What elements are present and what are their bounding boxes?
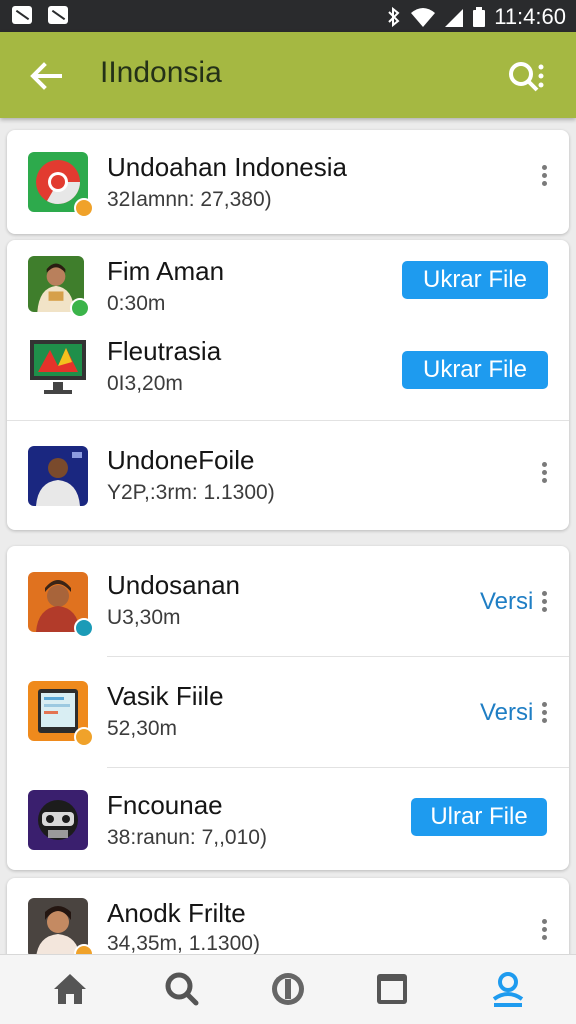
list-item[interactable]: Fleutrasia 0I3,20m Ukrar File [7,328,569,420]
image-icon [48,6,68,24]
version-link[interactable]: Versi [480,699,533,727]
badge-icon [74,727,94,747]
list-item[interactable]: UndoneFoile Y2P,:3rm: 1.1300) [7,421,569,530]
person-photo-icon [28,446,88,506]
list-item[interactable]: Undoahan Indonesia 32Iamnn: 27,380) [7,130,569,234]
download-file-button[interactable]: Ukrar File [402,261,548,299]
app-name: Fim Aman [107,256,225,286]
app-name: Vasik Fiile [107,681,224,711]
app-meta: 32Iamnn: 27,380) [107,188,272,211]
app-meta: 0I3,20m [107,372,183,395]
list-item[interactable]: Vasik Fiile 52,30m Versi [7,657,569,767]
badge-icon [74,618,94,638]
app-card: Undosanan U3,30m Versi Vasik Fiile 52,30… [7,546,569,870]
chrome-app-icon [28,152,94,218]
app-name: UndoneFoile [107,445,255,475]
notification-icon [12,6,32,24]
app-name: Undoahan Indonesia [107,152,347,182]
app-bar: IIndonsia [0,32,576,118]
monitor-app-icon [28,336,88,400]
app-meta: 34,35m, 1.1300) [107,932,260,955]
list-item[interactable]: Fim Aman 0:30m Ukrar File [7,240,569,328]
person-photo-icon [28,572,94,638]
profile-icon[interactable] [488,969,528,1009]
app-name: Undosanan [107,570,240,600]
app-card: Fim Aman 0:30m Ukrar File Fleutrasia 0I3… [7,240,569,530]
home-icon[interactable] [50,969,90,1009]
signal-icon [445,9,464,27]
badge-icon [74,198,94,218]
tablet-app-icon [28,681,94,747]
app-meta: U3,30m [107,606,181,629]
bluetooth-icon [388,6,400,28]
app-meta: 52,30m [107,717,178,740]
more-options-icon[interactable] [537,588,551,616]
search-icon[interactable] [162,969,202,1009]
more-options-icon[interactable] [537,916,551,944]
search-icon[interactable] [504,56,546,98]
app-meta: 0:30m [107,292,166,315]
list-item[interactable]: Undosanan U3,30m Versi [7,546,569,656]
app-meta: 38:ranun: 7,,010) [107,826,267,849]
status-time: 11:4:60 [494,4,566,29]
battery-icon [473,7,486,27]
person-photo-icon [28,256,90,318]
app-name: Fncounae [107,790,223,820]
page-title: IIndonsia [100,56,222,89]
app-name: Fleutrasia [107,336,222,366]
more-options-icon[interactable] [537,459,551,487]
download-file-button[interactable]: Ulrar File [411,798,547,836]
app-card: Undoahan Indonesia 32Iamnn: 27,380) [7,130,569,234]
wifi-icon [411,8,436,27]
updates-icon[interactable] [268,969,308,1009]
badge-icon [70,298,90,318]
app-name: Anodk Frilte [107,898,246,928]
app-meta: Y2P,:3rm: 1.1300) [107,481,275,504]
robot-app-icon [28,790,88,850]
list-item[interactable]: Fncounae 38:ranun: 7,,010) Ulrar File [7,768,569,870]
more-options-icon[interactable] [537,162,551,190]
more-options-icon[interactable] [537,699,551,727]
library-icon[interactable] [372,969,412,1009]
download-file-button[interactable]: Ukrar File [402,351,548,389]
version-link[interactable]: Versi [480,588,533,616]
back-arrow-icon[interactable] [26,56,66,96]
person-photo-icon [28,898,94,964]
bottom-nav [0,954,576,1024]
status-bar: 11:4:60 [0,0,576,32]
